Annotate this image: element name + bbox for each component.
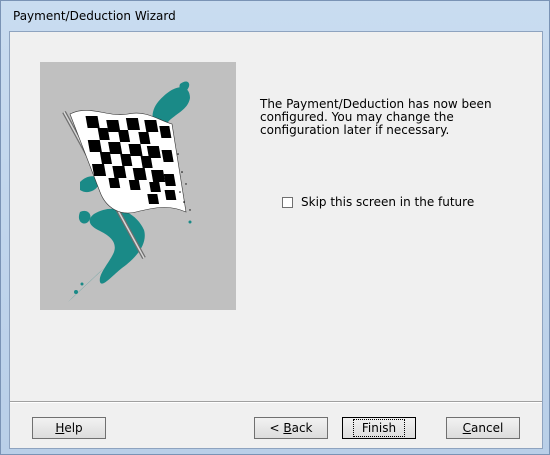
completion-message: The Payment/Deduction has now been confi… (260, 97, 492, 137)
cancel-button-label-post: ancel (471, 421, 504, 435)
cancel-button[interactable]: Cancel (446, 417, 520, 439)
checkered-flag-art (62, 81, 192, 302)
back-button-label-post: ack (291, 421, 313, 435)
finish-button[interactable]: Finish (342, 417, 416, 439)
checkered-flag-icon (40, 62, 236, 310)
cancel-button-accelerator: C (462, 421, 472, 435)
wizard-window: Payment/Deduction Wizard The Payment/Ded… (0, 0, 550, 455)
skip-screen-checkbox[interactable] (282, 196, 293, 208)
button-separator (10, 401, 542, 403)
help-button-label-post: elp (64, 421, 83, 435)
skip-screen-label[interactable]: Skip this screen in the future (301, 195, 474, 209)
skip-screen-option[interactable]: Skip this screen in the future (282, 194, 474, 210)
dialog-client-area: The Payment/Deduction has now been confi… (9, 31, 543, 449)
back-button-label-pre: < (269, 421, 284, 435)
finish-button-label: Finish (352, 419, 406, 437)
title-bar[interactable]: Payment/Deduction Wizard (1, 1, 549, 31)
help-button-accelerator: H (55, 421, 65, 435)
back-button-accelerator: B (283, 421, 292, 435)
back-button[interactable]: < Back (254, 417, 328, 439)
help-button[interactable]: Help (32, 417, 106, 439)
window-title: Payment/Deduction Wizard (13, 9, 176, 23)
